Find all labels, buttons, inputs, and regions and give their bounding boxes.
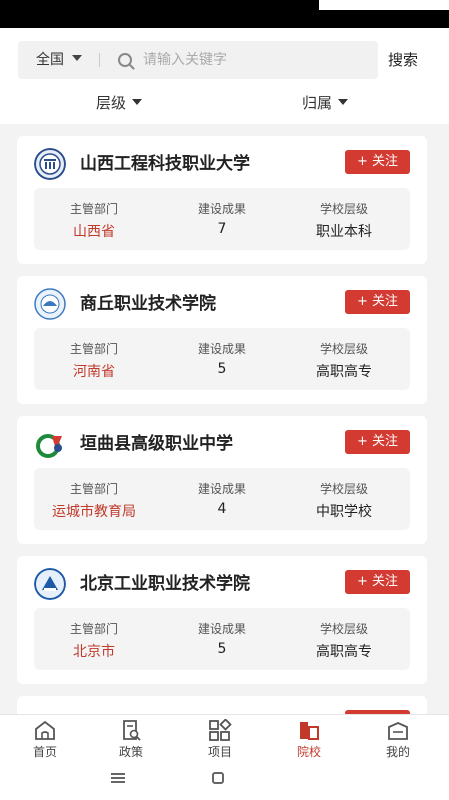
filter-affiliation-label: 归属 xyxy=(302,94,333,112)
stat-label-level: 学校层级 xyxy=(319,622,368,636)
school-card[interactable] xyxy=(17,696,427,714)
grid-icon xyxy=(209,719,232,741)
filter-level-label: 层级 xyxy=(96,94,127,112)
school-seal-icon xyxy=(34,288,66,320)
stat-label-result: 建设成果 xyxy=(197,342,246,356)
divider xyxy=(99,53,100,67)
stat-value-level: 高职高专 xyxy=(316,644,372,660)
school-name: 山西工程科技职业大学 xyxy=(80,154,250,174)
stat-label-level: 学校层级 xyxy=(319,342,368,356)
filter-level[interactable]: 层级 xyxy=(96,86,143,120)
school-card[interactable]: 商丘职业技术学院 + 关注 主管部门河南省 建设成果 5 学校层级高职高专 xyxy=(17,276,427,404)
stat-value-level: 中职学校 xyxy=(316,504,372,520)
stat-label-dept: 主管部门 xyxy=(69,342,118,356)
stat-value-dept: 北京市 xyxy=(73,644,115,660)
stat-value-level: 职业本科 xyxy=(316,224,372,240)
region-select[interactable]: 全国 xyxy=(36,41,82,79)
search-box: 全国 xyxy=(18,41,378,79)
caret-down-icon xyxy=(132,98,143,105)
tab-projects[interactable]: 项目 xyxy=(175,715,265,763)
school-stats: 主管部门北京市 建设成果 5 学校层级高职高专 xyxy=(34,608,410,670)
tab-home[interactable]: 首页 xyxy=(0,715,90,763)
follow-button[interactable]: + 关注 xyxy=(345,150,410,174)
follow-button[interactable]: + 关注 xyxy=(345,570,410,594)
stat-label-level: 学校层级 xyxy=(319,482,368,496)
policy-icon xyxy=(123,720,141,741)
home-icon xyxy=(35,720,55,740)
region-label: 全国 xyxy=(36,52,64,68)
follow-button[interactable]: + 关注 xyxy=(345,430,410,454)
school-seal-icon xyxy=(34,148,66,180)
school-card[interactable]: 垣曲县高级职业中学 + 关注 主管部门运城市教育局 建设成果 4 学校层级中职学校 xyxy=(17,416,427,544)
stat-label-result: 建设成果 xyxy=(197,622,246,636)
system-nav-bar xyxy=(0,762,449,800)
school-card[interactable]: 山西工程科技职业大学 + 关注 主管部门山西省 建设成果 7 学校层级职业本科 xyxy=(17,136,427,264)
stat-label-dept: 主管部门 xyxy=(69,202,118,216)
tab-policy[interactable]: 政策 xyxy=(86,715,176,763)
filter-bar: 层级 归属 xyxy=(0,86,449,120)
school-name: 商丘职业技术学院 xyxy=(80,294,216,314)
stat-label-result: 建设成果 xyxy=(197,482,246,496)
school-stats: 主管部门河南省 建设成果 5 学校层级高职高专 xyxy=(34,328,410,390)
school-stats: 主管部门运城市教育局 建设成果 4 学校层级中职学校 xyxy=(34,468,410,530)
school-name: 垣曲县高级职业中学 xyxy=(80,434,233,454)
stat-value-dept: 运城市教育局 xyxy=(52,504,136,520)
stat-label-dept: 主管部门 xyxy=(69,622,118,636)
school-stats: 主管部门山西省 建设成果 7 学校层级职业本科 xyxy=(34,188,410,250)
search-row: 全国 搜索 xyxy=(0,38,449,82)
profile-icon xyxy=(388,722,408,740)
school-emblem-icon xyxy=(36,434,62,458)
school-icon xyxy=(300,722,319,740)
search-button[interactable]: 搜索 xyxy=(388,41,418,79)
tab-schools-label: 院校 xyxy=(296,745,321,759)
filter-affiliation[interactable]: 归属 xyxy=(302,86,349,120)
follow-button[interactable]: + 关注 xyxy=(345,290,410,314)
tab-schools[interactable]: 院校 xyxy=(264,715,354,763)
school-list: 山西工程科技职业大学 + 关注 主管部门 山西省 建设成果 7 学校层级 职业本科 商… xyxy=(0,124,449,714)
menu-icon[interactable] xyxy=(111,773,125,783)
tab-profile[interactable]: 我的 xyxy=(353,715,443,763)
stat-value-dept: 山西省 xyxy=(73,224,115,240)
tab-home-label: 首页 xyxy=(32,745,57,759)
tab-policy-label: 政策 xyxy=(118,745,143,759)
stat-label-result: 建设成果 xyxy=(197,202,246,216)
search-input[interactable] xyxy=(143,41,363,79)
stat-value-result: 5 xyxy=(217,641,227,657)
stat-label-level: 学校层级 xyxy=(319,202,368,216)
stat-value-level: 高职高专 xyxy=(316,364,372,380)
school-seal-icon xyxy=(34,568,66,600)
school-name: 北京工业职业技术学院 xyxy=(80,574,250,594)
stat-value-dept: 河南省 xyxy=(73,364,115,380)
status-bar xyxy=(0,0,449,28)
stat-label-dept: 主管部门 xyxy=(69,482,118,496)
tab-projects-label: 项目 xyxy=(207,745,232,759)
school-card[interactable]: 北京工业职业技术学院 + 关注 主管部门北京市 建设成果 5 学校层级高职高专 xyxy=(17,556,427,684)
stat-value-result: 4 xyxy=(217,501,227,517)
tab-profile-label: 我的 xyxy=(385,745,410,759)
bottom-tab-bar: 首页 政策 项目 院校 我的 xyxy=(0,714,449,762)
stat-value-result: 7 xyxy=(217,221,227,237)
home-square-icon[interactable] xyxy=(212,772,224,784)
caret-down-icon xyxy=(72,55,82,61)
stat-value-result: 5 xyxy=(217,361,227,377)
search-icon xyxy=(118,53,132,67)
caret-down-icon xyxy=(338,98,349,105)
